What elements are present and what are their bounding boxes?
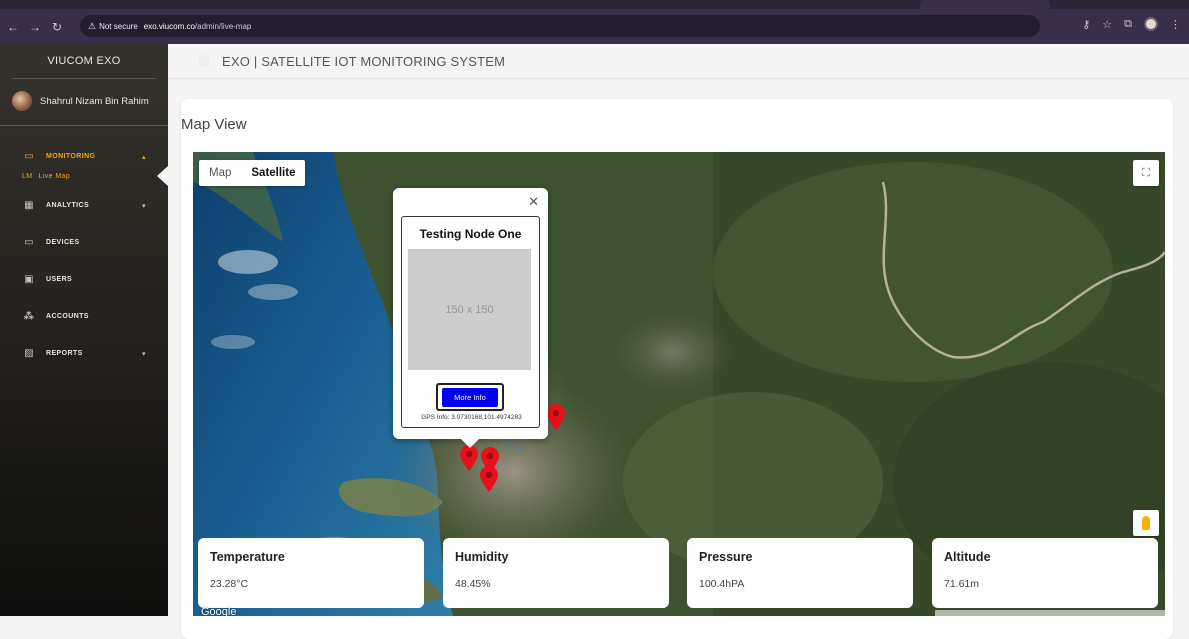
sensor-card-altitude: Altitude 71.61m bbox=[932, 538, 1158, 608]
url-text[interactable]: exo.viucom.co/admin/live-map bbox=[144, 22, 252, 31]
close-icon[interactable]: ✕ bbox=[528, 194, 539, 210]
warning-icon: ⚠ bbox=[88, 20, 97, 31]
sidebar-item-reports[interactable]: ▨ REPORTS ▾ bbox=[0, 335, 168, 372]
security-label: Not secure bbox=[99, 21, 138, 31]
marker-info-window: ✕ Testing Node One 150 x 150 More Info G… bbox=[393, 188, 548, 448]
map-marker-icon[interactable] bbox=[460, 445, 478, 471]
map-marker-icon[interactable] bbox=[547, 404, 565, 430]
user-name: Shahrul Nizam Bin Rahim bbox=[40, 95, 149, 107]
card-title: Map View bbox=[181, 116, 247, 133]
sensor-value: 23.28°C bbox=[210, 578, 249, 590]
profile-avatar-icon[interactable] bbox=[1144, 17, 1158, 31]
info-window-content: Testing Node One 150 x 150 More Info GPS… bbox=[401, 216, 540, 428]
page-title: EXO | SATELLITE IOT MONITORING SYSTEM bbox=[222, 53, 506, 69]
sidebar-item-analytics[interactable]: ▦ ANALYTICS ▾ bbox=[0, 187, 168, 224]
sensor-label: Altitude bbox=[944, 550, 991, 564]
sensor-value: 71.61m bbox=[944, 578, 980, 590]
address-bar[interactable]: ⚠ Not secure exo.viucom.co/admin/live-ma… bbox=[80, 15, 1040, 37]
more-info-button[interactable]: More Info bbox=[442, 387, 498, 407]
map-type-map-button[interactable]: Map bbox=[199, 160, 241, 186]
reports-icon: ▨ bbox=[24, 348, 34, 359]
satellite-map[interactable]: Map Satellite ⛶ ✕ Testing Node One 150 x… bbox=[193, 152, 1165, 616]
security-badge[interactable]: ⚠ Not secure bbox=[88, 21, 138, 32]
caret-up-icon: ▴ bbox=[142, 153, 146, 161]
reload-icon[interactable]: ↻ bbox=[48, 20, 66, 34]
avatar bbox=[12, 91, 32, 111]
bookmark-star-icon[interactable]: ☆ bbox=[1102, 18, 1112, 31]
sidebar-item-users[interactable]: ▣ USERS bbox=[0, 261, 168, 298]
map-attribution[interactable] bbox=[935, 610, 1165, 616]
monitor-icon: ▭ bbox=[24, 151, 34, 162]
accounts-icon: ⁂ bbox=[23, 311, 35, 322]
browser-chrome: ← → ↻ ⚠ Not secure exo.viucom.co/admin/l… bbox=[0, 0, 1189, 44]
sensor-value: 100.4hPA bbox=[699, 578, 745, 590]
forward-icon[interactable]: → bbox=[26, 20, 44, 34]
extensions-icon[interactable]: ⧉ bbox=[1124, 18, 1132, 31]
sidebar-item-live-map[interactable]: LM Live Map bbox=[0, 165, 168, 187]
tab-strip bbox=[0, 0, 1189, 9]
sensor-card-temperature: Temperature 23.28°C bbox=[198, 538, 424, 608]
users-icon: ▣ bbox=[24, 274, 34, 285]
map-marker-icon[interactable] bbox=[480, 466, 498, 492]
google-logo: Google bbox=[201, 606, 237, 616]
sidebar-nav: ▭ MONITORING ▴ LM Live Map ▦ ANALYTICS ▾… bbox=[0, 126, 168, 372]
node-title: Testing Node One bbox=[419, 227, 522, 241]
gps-info: GPS Info: 3.0730168,101.4974283 bbox=[421, 414, 522, 421]
app-header: EXO | SATELLITE IOT MONITORING SYSTEM bbox=[168, 44, 1189, 79]
browser-toolbar: ← → ↻ ⚠ Not secure exo.viucom.co/admin/l… bbox=[0, 9, 1189, 44]
sidebar: VIUCOM EXO Shahrul Nizam Bin Rahim ▭ MON… bbox=[0, 44, 168, 616]
sensor-label: Pressure bbox=[699, 550, 753, 564]
sensor-card-pressure: Pressure 100.4hPA bbox=[687, 538, 913, 608]
back-icon[interactable]: ← bbox=[4, 20, 22, 34]
sidebar-item-accounts[interactable]: ⁂ ACCOUNTS bbox=[0, 298, 168, 335]
map-type-control: Map Satellite bbox=[199, 160, 306, 186]
node-image-placeholder: 150 x 150 bbox=[408, 249, 531, 370]
more-info-button-frame: More Info bbox=[436, 383, 504, 411]
analytics-icon: ▦ bbox=[24, 200, 34, 211]
pegman-icon[interactable] bbox=[1133, 510, 1159, 536]
browser-tab[interactable] bbox=[920, 0, 1050, 9]
sensor-card-humidity: Humidity 48.45% bbox=[443, 538, 669, 608]
sensor-value: 48.45% bbox=[455, 578, 491, 590]
sensor-label: Humidity bbox=[455, 550, 509, 564]
user-profile[interactable]: Shahrul Nizam Bin Rahim bbox=[0, 79, 168, 126]
fullscreen-icon[interactable]: ⛶ bbox=[1133, 160, 1159, 186]
sidebar-toggle-icon[interactable] bbox=[198, 55, 210, 67]
password-key-icon[interactable]: ⚷ bbox=[1082, 18, 1090, 31]
sensor-label: Temperature bbox=[210, 550, 285, 564]
caret-down-icon: ▾ bbox=[142, 350, 146, 358]
brand-title[interactable]: VIUCOM EXO bbox=[12, 44, 156, 79]
sidebar-item-devices[interactable]: ▭ DEVICES bbox=[0, 224, 168, 261]
devices-icon: ▭ bbox=[24, 237, 34, 248]
map-type-satellite-button[interactable]: Satellite bbox=[241, 160, 305, 186]
browser-menu-icon[interactable]: ⋮ bbox=[1170, 18, 1181, 31]
caret-down-icon: ▾ bbox=[142, 202, 146, 210]
